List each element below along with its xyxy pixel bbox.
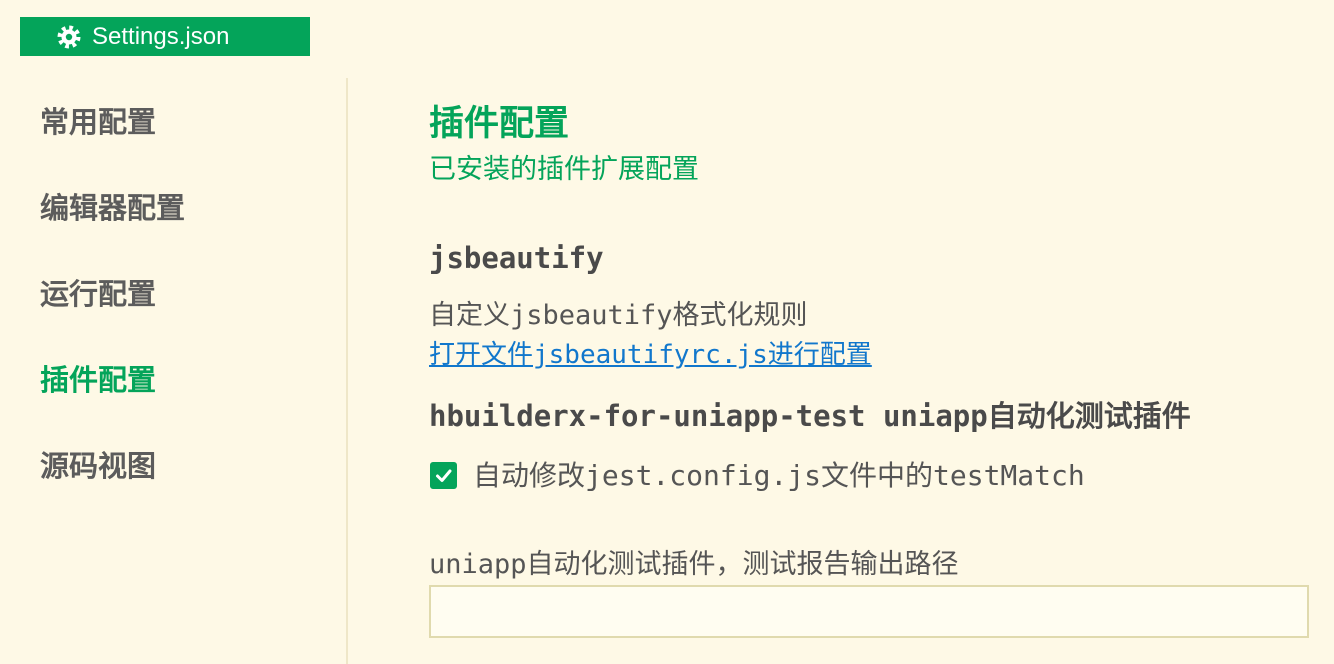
checkmark-icon xyxy=(436,469,452,482)
sidebar-item-run[interactable]: 运行配置 xyxy=(40,276,156,312)
plugin-uniapp-test-title: hbuilderx-for-uniapp-test uniapp自动化测试插件 xyxy=(429,398,1191,434)
testmatch-checkbox-label[interactable]: 自动修改jest.config.js文件中的testMatch xyxy=(473,459,1085,493)
report-output-path-input[interactable] xyxy=(429,585,1309,638)
page-subtitle: 已安装的插件扩展配置 xyxy=(429,154,699,185)
plugin-uniapp-test-display-name: uniapp自动化测试插件 xyxy=(882,399,1191,433)
sidebar-item-editor[interactable]: 编辑器配置 xyxy=(40,190,185,226)
sidebar-item-plugins[interactable]: 插件配置 xyxy=(40,362,156,398)
open-jsbeautifyrc-link[interactable]: 打开文件jsbeautifyrc.js进行配置 xyxy=(429,339,872,371)
tab-title: Settings.json xyxy=(92,23,230,50)
settings-json-tab[interactable]: Settings.json xyxy=(20,17,310,56)
plugin-uniapp-test-id: hbuilderx-for-uniapp-test xyxy=(429,399,866,433)
sidebar-item-source-view[interactable]: 源码视图 xyxy=(40,448,156,484)
page-title: 插件配置 xyxy=(429,104,570,144)
plugin-jsbeautify-description: 自定义jsbeautify格式化规则 xyxy=(429,300,808,331)
sidebar-item-general[interactable]: 常用配置 xyxy=(40,104,156,140)
settings-sidebar: 常用配置 编辑器配置 运行配置 插件配置 源码视图 xyxy=(0,78,348,664)
plugin-jsbeautify-title: jsbeautify xyxy=(429,241,604,275)
gear-icon xyxy=(57,25,81,49)
testmatch-checkbox[interactable] xyxy=(430,462,457,489)
report-output-path-label: uniapp自动化测试插件，测试报告输出路径 xyxy=(429,549,959,580)
